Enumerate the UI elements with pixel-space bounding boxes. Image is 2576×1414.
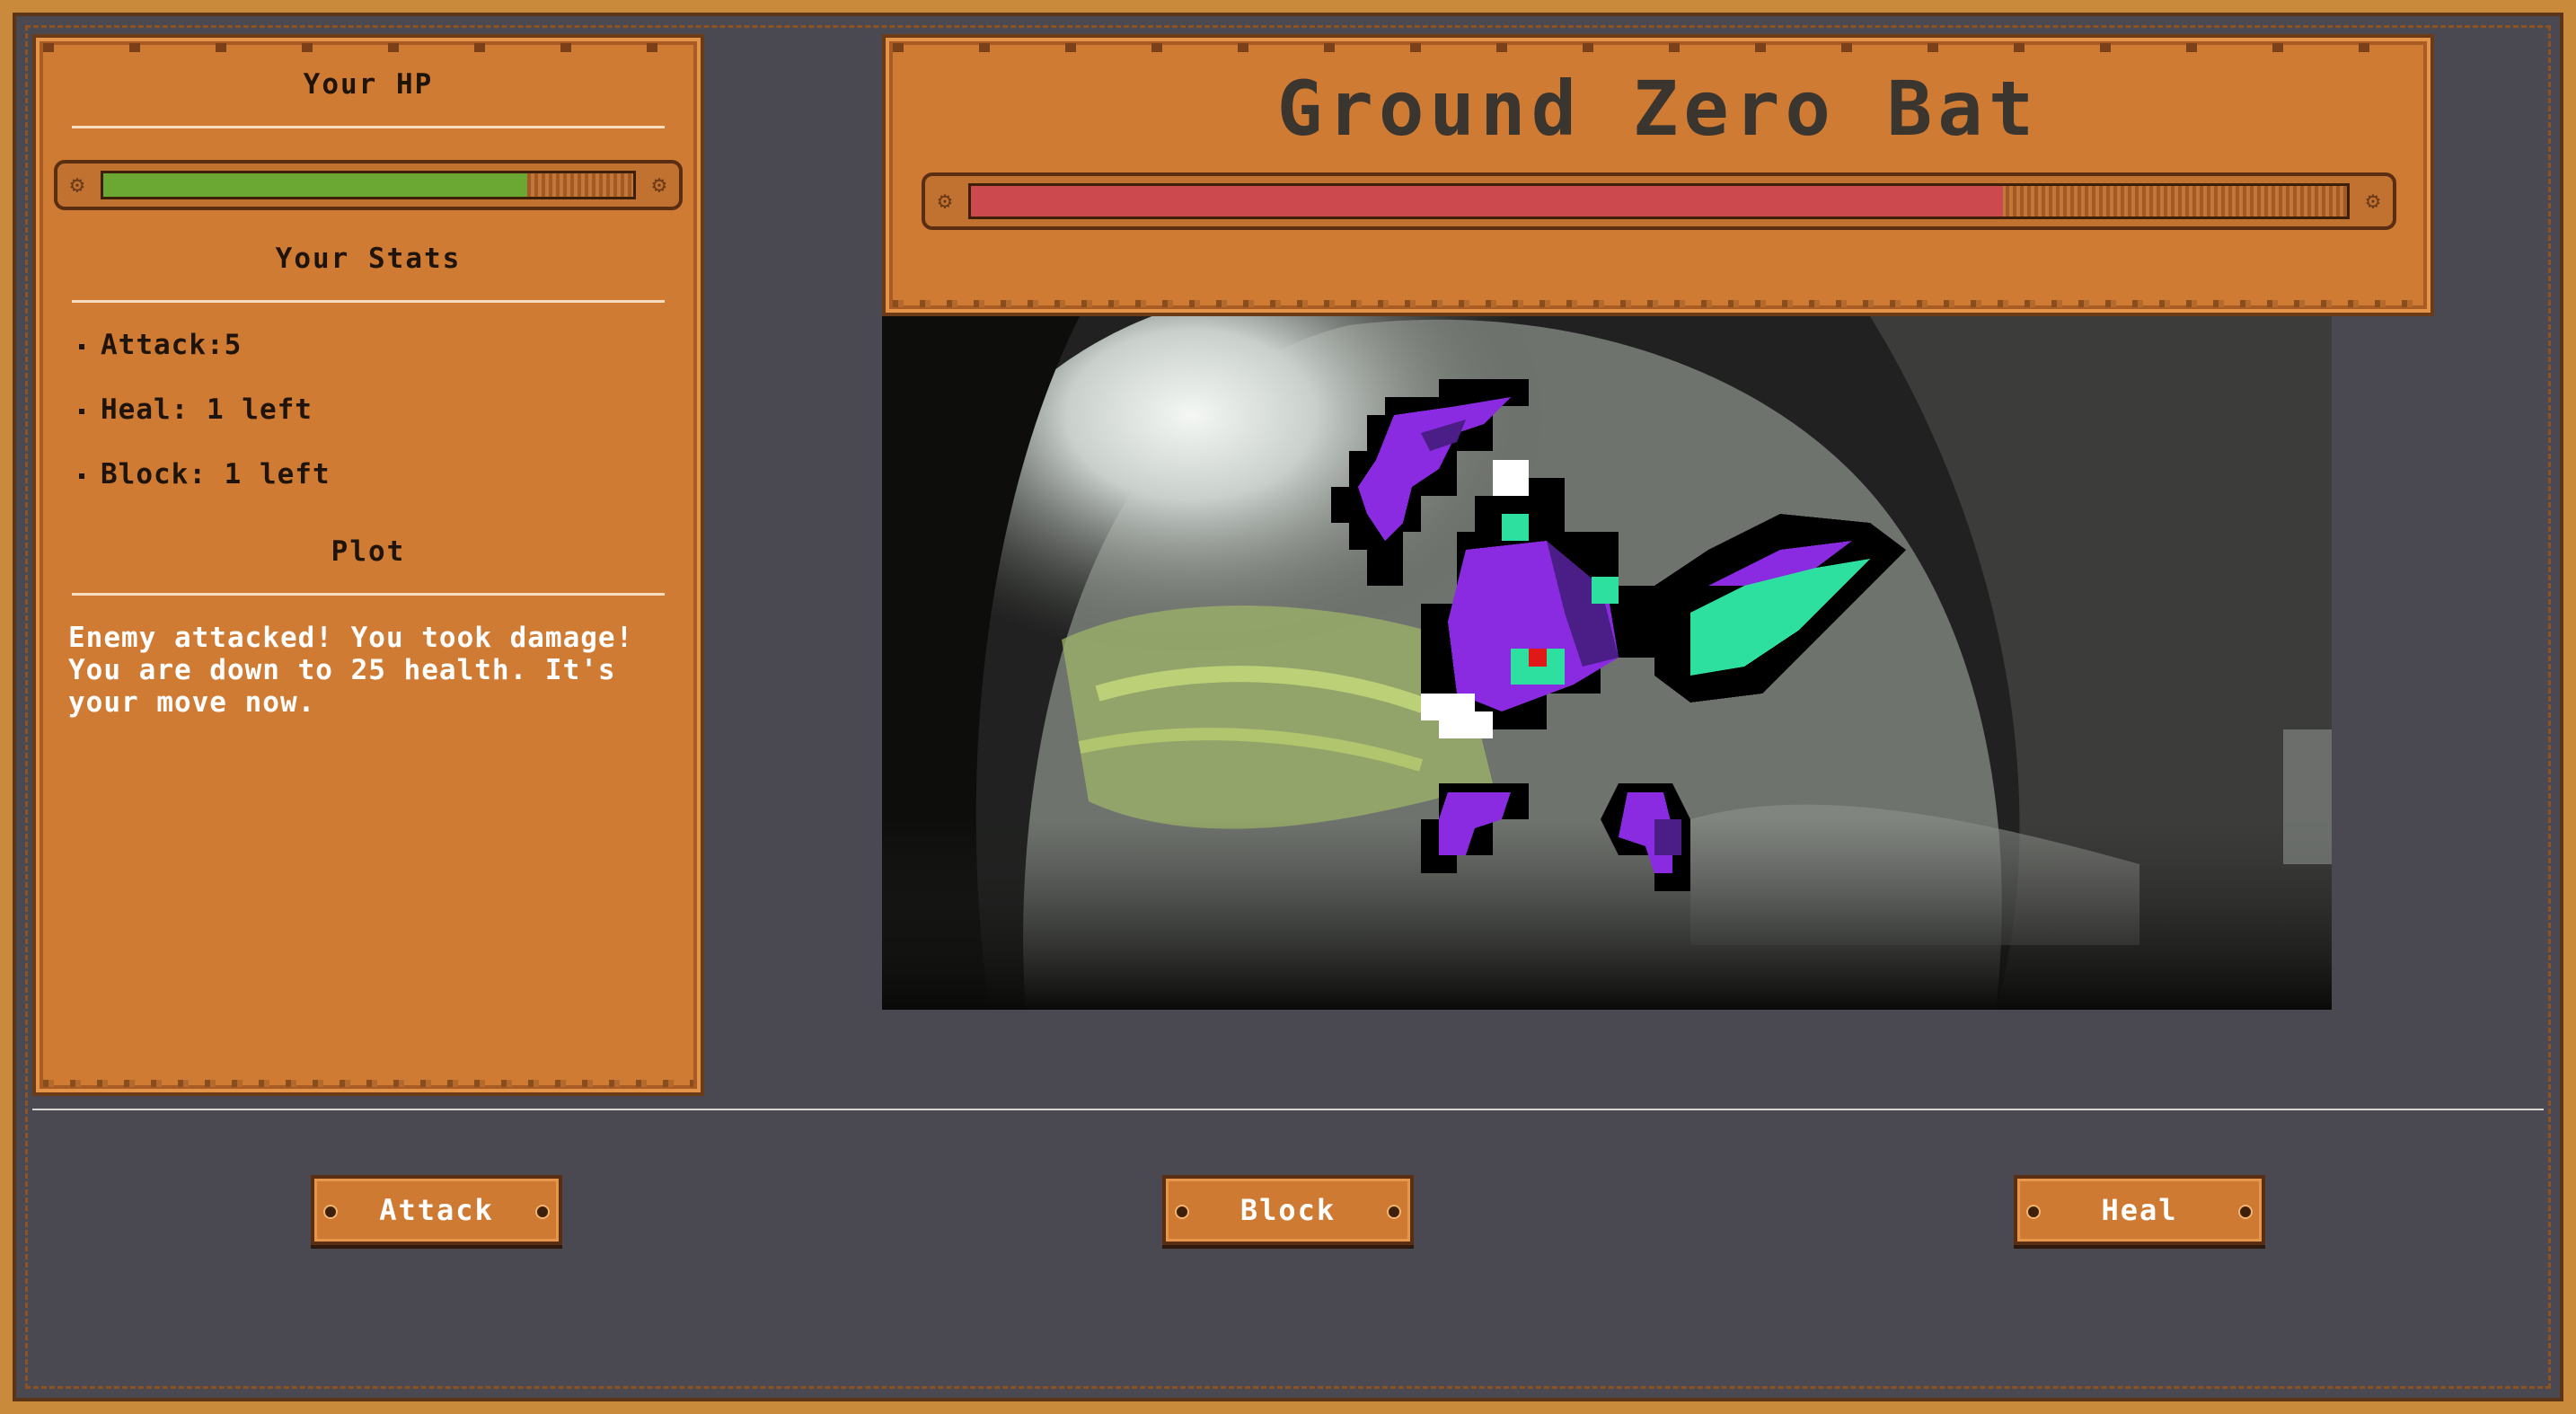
bolt-icon <box>1387 1205 1401 1219</box>
bullet-icon <box>79 473 84 479</box>
attack-button-label: Attack <box>379 1193 494 1227</box>
battle-scene <box>882 316 2332 1010</box>
bolt-icon <box>535 1205 550 1219</box>
player-hp-fill <box>103 173 527 197</box>
heal-button-label: Heal <box>2101 1193 2178 1227</box>
bolt-icon <box>323 1205 338 1219</box>
enemy-panel: Ground Zero Bat ⚙ ⚙ <box>882 34 2434 316</box>
player-stats-title: Your Stats <box>275 243 462 275</box>
player-hp-bar: ⚙ ⚙ <box>54 160 683 210</box>
attack-button[interactable]: Attack <box>311 1175 562 1245</box>
block-button-label: Block <box>1239 1193 1337 1227</box>
stat-heal: Heal: 1 left <box>79 393 313 426</box>
heal-button[interactable]: Heal <box>2014 1175 2265 1245</box>
player-panel: Your HP ⚙ ⚙ Your Stats Attack:5 Heal: 1 … <box>32 34 704 1096</box>
stat-block: Block: 1 left <box>79 458 331 490</box>
bolt-icon <box>2026 1205 2041 1219</box>
enemy-name: Ground Zero Bat <box>1276 65 2040 153</box>
panel-studs <box>893 43 2423 52</box>
enemy-hp-fill <box>971 186 2003 217</box>
enemy-hp-bar: ⚙ ⚙ <box>922 172 2396 230</box>
divider <box>72 593 665 596</box>
divider <box>72 126 665 128</box>
action-divider <box>32 1109 2544 1110</box>
plot-text: Enemy attacked! You took damage! You are… <box>68 622 634 719</box>
bullet-icon <box>79 408 84 414</box>
player-hp-track <box>101 171 636 199</box>
player-hp-title: Your HP <box>303 68 434 101</box>
stat-block-label: Block: 1 left <box>101 458 331 490</box>
bar-cap-left-icon: ⚙ <box>938 188 952 215</box>
block-button[interactable]: Block <box>1162 1175 1414 1245</box>
panel-trim <box>43 1080 693 1087</box>
stat-attack: Attack:5 <box>79 329 242 361</box>
enemy-hp-track <box>968 183 2350 219</box>
bar-cap-right-icon: ⚙ <box>652 172 666 199</box>
stat-heal-label: Heal: 1 left <box>101 393 313 426</box>
divider <box>72 300 665 303</box>
enemy-bat-sprite <box>1331 379 1906 891</box>
plot-title: Plot <box>331 535 406 568</box>
panel-trim <box>893 300 2423 307</box>
bolt-icon <box>2238 1205 2253 1219</box>
bolt-icon <box>1175 1205 1189 1219</box>
bar-cap-right-icon: ⚙ <box>2366 188 2380 215</box>
panel-studs <box>43 43 693 52</box>
bar-cap-left-icon: ⚙ <box>70 172 84 199</box>
stat-attack-label: Attack:5 <box>101 329 243 361</box>
bullet-icon <box>79 343 84 349</box>
